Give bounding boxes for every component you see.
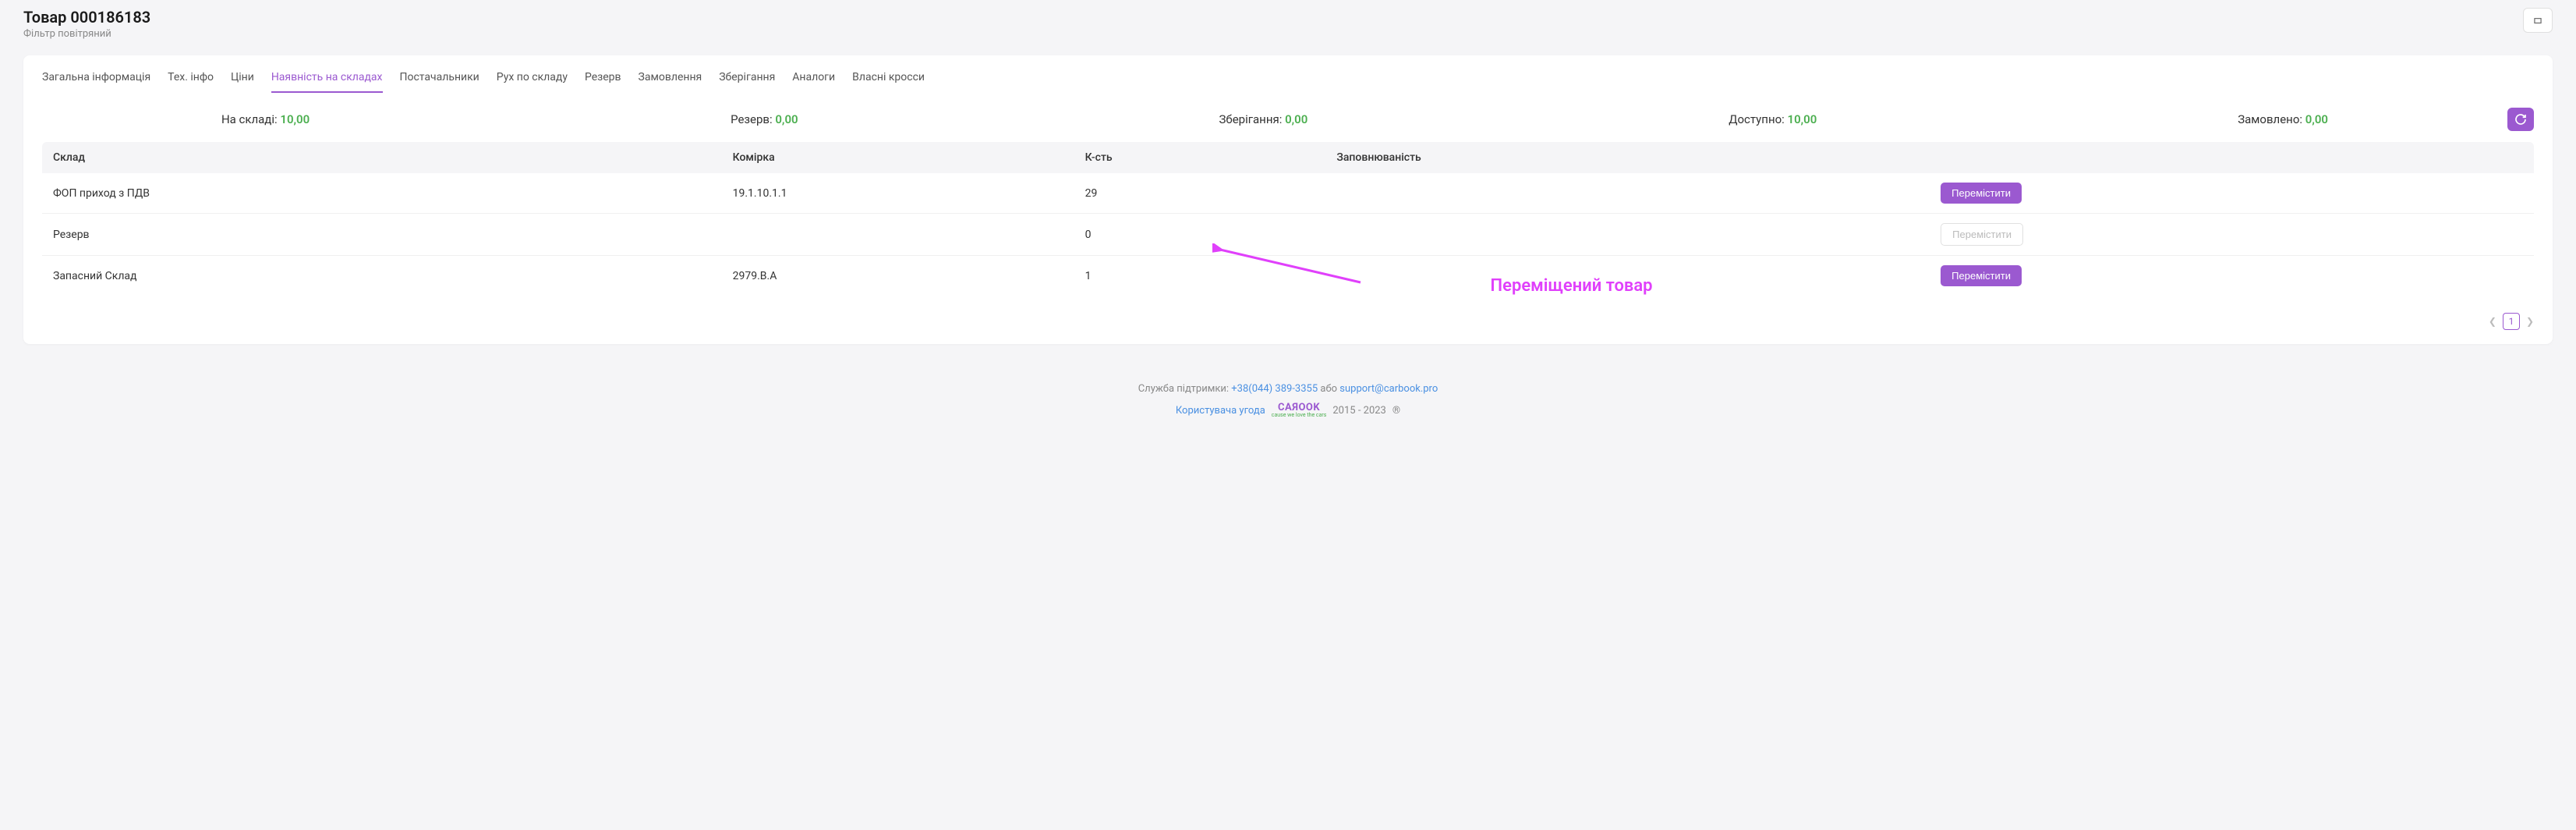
cell-fill <box>1325 214 1930 256</box>
tab-4[interactable]: Постачальники <box>400 71 479 93</box>
copyright-icon: ® <box>1392 405 1400 417</box>
refresh-button[interactable] <box>2507 108 2534 131</box>
th-warehouse: Склад <box>42 142 722 173</box>
tabs: Загальна інформація Тех. інфо Ціни Наявніст… <box>23 55 2553 94</box>
refresh-icon <box>2514 113 2527 126</box>
support-email[interactable]: support@carbook.pro <box>1339 383 1438 395</box>
page-prev[interactable]: ❮ <box>2489 316 2496 327</box>
page-number[interactable]: 1 <box>2503 313 2520 330</box>
summary-value: 0,00 <box>775 112 798 126</box>
th-cell: Комірка <box>722 142 1074 173</box>
annotation-arrow <box>1212 243 1368 290</box>
move-button[interactable]: Перемістити <box>1941 265 2022 286</box>
user-agreement-link[interactable]: Користувача угода <box>1176 405 1265 417</box>
summary-label: Зберігання: <box>1219 112 1282 126</box>
main-card: Загальна інформація Тех. інфо Ціни Наявніст… <box>23 55 2553 344</box>
tab-9[interactable]: Аналоги <box>792 71 835 93</box>
summary-label: На складі: <box>221 112 278 126</box>
th-qty: К-сть <box>1074 142 1326 173</box>
footer-logo: CAЯOOK cause we love the cars <box>1272 403 1327 418</box>
summary-label: Замовлено: <box>2238 112 2302 126</box>
th-action <box>1930 142 2534 173</box>
tab-1[interactable]: Тех. інфо <box>168 71 214 93</box>
cell-qty: 29 <box>1074 173 1326 214</box>
cell-warehouse: Резерв <box>42 214 722 256</box>
tab-3[interactable]: Наявність на складах <box>271 71 383 93</box>
logo-subtext: cause we love the cars <box>1272 413 1327 418</box>
summary-label: Резерв: <box>731 112 773 126</box>
summary-label: Доступно: <box>1729 112 1785 126</box>
cell-fill <box>1325 173 1930 214</box>
summary-value: 10,00 <box>280 112 310 126</box>
th-fill: Заповнюваність <box>1325 142 1930 173</box>
tab-10[interactable]: Власні кросси <box>852 71 925 93</box>
summary-available: Доступно: 10,00 <box>1729 112 1817 126</box>
summary-storage: Зберігання: 0,00 <box>1219 112 1307 126</box>
cell-warehouse: ФОП приход з ПДВ <box>42 173 722 214</box>
tab-5[interactable]: Рух по складу <box>497 71 568 93</box>
tab-0[interactable]: Загальна інформація <box>42 71 150 93</box>
cell-cell: 19.1.10.1.1 <box>722 173 1074 214</box>
page-title: Товар 000186183 <box>23 8 150 27</box>
cell-action: Перемістити <box>1930 214 2534 256</box>
tab-6[interactable]: Резерв <box>585 71 621 93</box>
pagination: ❮ 1 ❯ <box>23 303 2553 344</box>
summary-ordered: Замовлено: 0,00 <box>2238 112 2328 126</box>
page-next[interactable]: ❯ <box>2526 316 2534 327</box>
tab-2[interactable]: Ціни <box>231 71 254 93</box>
tab-8[interactable]: Зберігання <box>719 71 775 93</box>
summary-value: 0,00 <box>2305 112 2328 126</box>
cell-action: Перемістити <box>1930 173 2534 214</box>
summary-in-stock: На складі: 10,00 <box>221 112 310 126</box>
support-or: або <box>1320 383 1337 395</box>
cell-warehouse: Запасний Склад <box>42 256 722 296</box>
annotation-text: Переміщений товар <box>1491 276 1653 296</box>
tab-7[interactable]: Замовлення <box>639 71 702 93</box>
footer: Служба підтримки: +38(044) 389-3355 або … <box>0 360 2576 434</box>
footer-years: 2015 - 2023 <box>1332 405 1386 417</box>
support-phone[interactable]: +38(044) 389-3355 <box>1231 383 1318 395</box>
summary-reserve: Резерв: 0,00 <box>731 112 798 126</box>
summary-value: 10,00 <box>1788 112 1817 126</box>
cell-action: Перемістити <box>1930 256 2534 296</box>
support-label: Служба підтримки: <box>1138 383 1229 395</box>
move-button: Перемістити <box>1941 223 2023 246</box>
table-row: ФОП приход з ПДВ 19.1.10.1.1 29 Переміст… <box>42 173 2534 214</box>
summary-row: На складі: 10,00 Резерв: 0,00 Зберігання… <box>23 94 2553 142</box>
summary-value: 0,00 <box>1285 112 1307 126</box>
expand-button[interactable] <box>2523 8 2553 33</box>
cell-cell: 2979.B.A <box>722 256 1074 296</box>
cell-cell <box>722 214 1074 256</box>
expand-icon <box>2532 15 2543 26</box>
page-subtitle: Фільтр повітряний <box>23 28 150 40</box>
move-button[interactable]: Перемістити <box>1941 183 2022 204</box>
